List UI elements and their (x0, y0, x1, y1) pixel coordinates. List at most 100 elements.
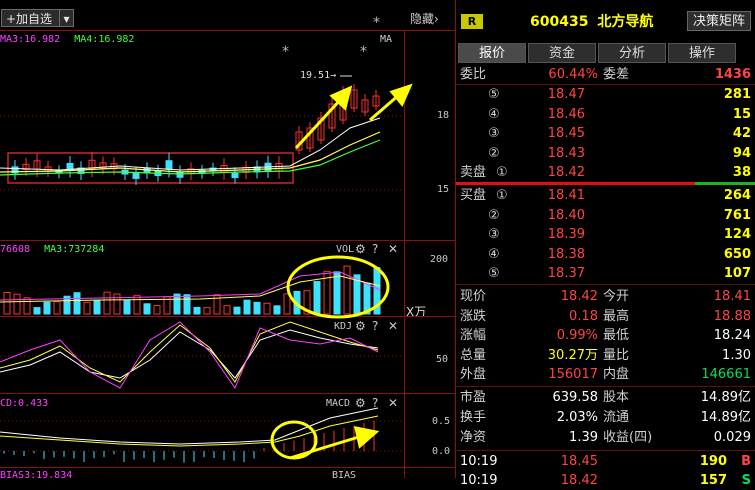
volume-bar (73, 292, 81, 315)
volume-bar (253, 301, 261, 315)
quote-panel: R 600435 北方导航 决策矩阵 报价 资金 分析 操作 委比 60.44%… (455, 0, 755, 488)
volume-bar (223, 305, 231, 315)
buy-row: ⑤ 18.37 107 (456, 264, 755, 283)
sell-row: ⑤ 18.47 281 (456, 85, 755, 104)
stat-label: 涨幅 (460, 328, 487, 344)
sell-volume: 281 (723, 87, 751, 102)
sell-price: 18.46 (547, 106, 585, 122)
orderbook-divider-green (695, 182, 755, 185)
buy-price: 18.40 (547, 207, 585, 223)
fundamental-label: 收益(四) (603, 430, 653, 445)
macd-histogram (0, 407, 379, 463)
volume-bar (333, 271, 341, 315)
volume-bar (343, 265, 351, 315)
stat-label: 外盘 (460, 367, 487, 383)
stock-code: 600435 (530, 14, 589, 30)
stat-label: 今开 (603, 289, 630, 304)
buy-level-index: ⑤ (488, 266, 500, 281)
kdj-line (0, 329, 379, 379)
fundamental-row: 市盈 639.58 股本 14.89亿 (456, 388, 755, 407)
volume-bar (203, 307, 211, 315)
stat-row: 外盘 156017 内盘 146661 (456, 365, 755, 384)
volume-bar (263, 302, 271, 315)
volume-bar (183, 294, 191, 315)
volume-bar (143, 303, 151, 315)
volume-bar (43, 301, 51, 315)
volume-bar (103, 291, 111, 315)
stat-value: 156017 (548, 367, 598, 383)
volume-bar (173, 293, 181, 315)
fundamental-value: 14.89亿 (700, 410, 751, 425)
fundamental-row: 换手 2.03% 流通 14.89亿 (456, 408, 755, 427)
stat-label: 涨跌 (460, 308, 487, 324)
buy-row: ③ 18.39 124 (456, 225, 755, 244)
stock-name: 北方导航 (597, 14, 654, 30)
weibi-label: 委比 (460, 67, 487, 82)
sell-level-index: ④ (488, 106, 500, 122)
stock-title: 600435 北方导航 (530, 11, 653, 31)
buy-volume: 107 (723, 266, 751, 281)
tick-time: 10:19 (460, 454, 498, 469)
candle-body (132, 172, 140, 179)
buy-row: 买盘 ① 18.41 264 (456, 186, 755, 205)
buy-price: 18.37 (547, 266, 585, 281)
stat-row: 涨幅 0.99% 最低 18.24 (456, 326, 755, 345)
fundamental-value: 1.39 (569, 430, 598, 445)
decision-matrix-button[interactable]: 决策矩阵 (687, 11, 751, 31)
volume-bar (133, 294, 141, 315)
sell-row: ② 18.43 94 (456, 144, 755, 163)
fundamental-value: 639.58 (552, 390, 599, 405)
stat-value: 0.99% (556, 328, 598, 344)
stat-label: 内盘 (603, 367, 630, 383)
tick-row: 10:19 18.45 190 B (456, 452, 755, 471)
stat-label: 现价 (460, 289, 487, 304)
candle-body (143, 167, 151, 174)
tab-analysis[interactable]: 分析 (598, 43, 666, 63)
sell-level-index: ③ (488, 126, 500, 141)
stat-value: 1.30 (722, 347, 751, 363)
buy-level-index: ② (488, 207, 500, 223)
sell-level-index: ⑤ (488, 87, 500, 102)
buy-row: ④ 18.38 650 (456, 245, 755, 264)
buy-level-index: ① (496, 188, 508, 203)
sell-label: 卖盘 (460, 165, 487, 180)
trend-arrow (289, 434, 363, 460)
tick-flag: S (741, 473, 751, 488)
buy-price: 18.41 (547, 188, 585, 203)
sell-price: 18.43 (547, 145, 585, 161)
ma-line (0, 131, 381, 173)
fundamental-label: 换手 (460, 410, 487, 425)
candle-body (176, 171, 184, 178)
r-badge: R (461, 14, 483, 29)
fundamental-label: 流通 (603, 410, 630, 425)
chart-area[interactable]: +加自选 ▾ 隐藏› MA3:16.982 MA4:16.982 MA 18 1… (0, 0, 455, 478)
sell-volume: 42 (732, 126, 751, 141)
stat-label: 量比 (603, 347, 630, 363)
fundamental-value: 0.029 (713, 430, 751, 445)
tab-funds[interactable]: 资金 (528, 43, 596, 63)
macd-highlight-ellipse (270, 420, 318, 460)
tick-flag: B (741, 454, 751, 469)
weicha-label: 委差 (603, 67, 630, 82)
sell-level-index: ① (496, 165, 508, 180)
volume-ma-line (0, 271, 381, 301)
ma-line (0, 117, 381, 171)
tick-price: 18.45 (560, 454, 598, 469)
tab-operation[interactable]: 操作 (668, 43, 736, 63)
tab-quote[interactable]: 报价 (458, 43, 526, 63)
stat-row: 涨跌 0.18 最高 18.88 (456, 307, 755, 326)
fundamental-row: 净资 1.39 收益(四) 0.029 (456, 428, 755, 447)
sell-level-index: ② (488, 145, 500, 161)
volume-bar (313, 281, 321, 315)
stat-value: 18.88 (713, 308, 751, 324)
volume-bar (13, 293, 21, 315)
weicha-value: 1436 (714, 67, 751, 82)
sell-row: 卖盘 ① 18.42 38 (456, 163, 755, 182)
ma-lines (0, 117, 381, 176)
volume-bar (113, 293, 121, 315)
weibi-value: 60.44% (548, 67, 598, 82)
sell-row: ④ 18.46 15 (456, 105, 755, 124)
fundamental-value: 2.03% (556, 410, 598, 425)
sell-volume: 38 (732, 165, 751, 180)
volume-bar (3, 292, 11, 315)
